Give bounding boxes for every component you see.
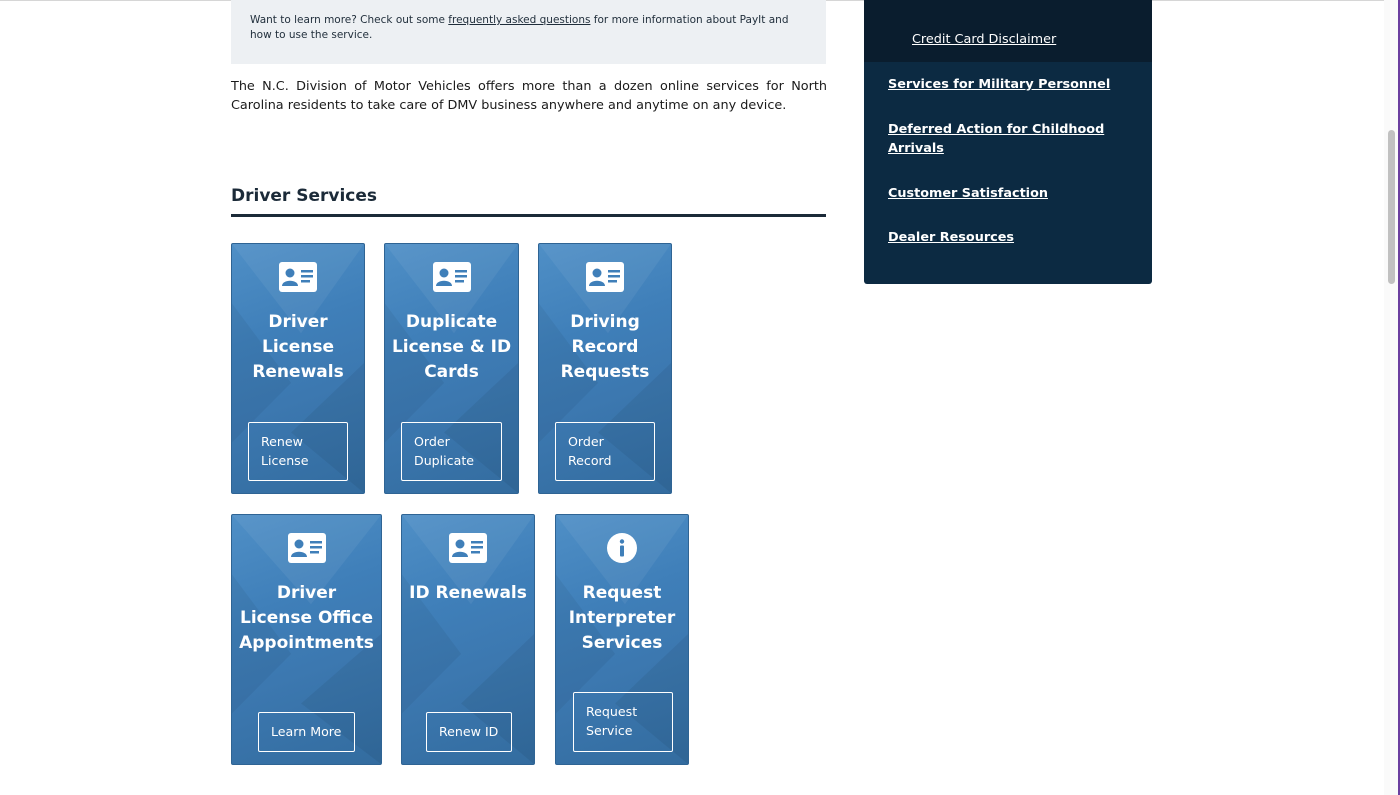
renew-id-button[interactable]: Renew ID: [426, 712, 512, 752]
order-duplicate-button[interactable]: Order Duplicate: [401, 422, 502, 481]
section-heading: Driver Services: [231, 186, 826, 217]
service-card-duplicate-license: Duplicate License & ID Cards Order Dupli…: [384, 243, 519, 494]
info-callout: Want to learn more? Check out some frequ…: [231, 0, 826, 64]
sidebar-item-military[interactable]: Services for Military Personnel: [888, 75, 1118, 94]
sidebar-item-customer-satisfaction[interactable]: Customer Satisfaction: [888, 184, 1118, 203]
service-card-driving-record: Driving Record Requests Order Record: [538, 243, 672, 494]
renew-license-button[interactable]: Renew License: [248, 422, 348, 481]
id-card-icon: [287, 533, 326, 563]
service-card-office-appointments: Driver License Office Appointments Learn…: [231, 514, 382, 765]
card-title: Driver License Office Appointments: [239, 583, 374, 653]
service-card-interpreter: Request Interpreter Services Request Ser…: [555, 514, 689, 765]
card-title: ID Renewals: [409, 583, 527, 603]
card-title: Driver License Renewals: [252, 312, 344, 382]
scrollbar-thumb[interactable]: [1388, 130, 1395, 284]
service-card-id-renewals: ID Renewals Renew ID: [401, 514, 535, 765]
sidebar-item-credit-card-disclaimer[interactable]: Credit Card Disclaimer: [912, 30, 1056, 49]
id-card-icon: [432, 262, 471, 292]
info-text-before: Want to learn more? Check out some: [250, 14, 449, 26]
id-card-icon: [279, 262, 317, 292]
request-service-button[interactable]: Request Service: [573, 692, 673, 752]
sidebar-item-dealer-resources[interactable]: Dealer Resources: [888, 228, 1118, 247]
card-title: Driving Record Requests: [560, 312, 650, 382]
info-circle-icon: [607, 533, 637, 563]
id-card-icon: [449, 533, 487, 563]
vertical-scrollbar[interactable]: [1384, 0, 1398, 795]
intro-paragraph: The N.C. Division of Motor Vehicles offe…: [231, 79, 827, 113]
learn-more-button[interactable]: Learn More: [258, 712, 355, 752]
card-title: Request Interpreter Services: [568, 583, 676, 653]
sidebar-item-daca[interactable]: Deferred Action for Childhood Arrivals: [888, 120, 1118, 158]
faq-link[interactable]: frequently asked questions: [448, 14, 590, 26]
sidebar-nav: Credit Card Disclaimer Services for Mili…: [864, 0, 1152, 284]
id-card-icon: [586, 262, 624, 292]
service-card-license-renewals: Driver License Renewals Renew License: [231, 243, 365, 494]
card-title: Duplicate License & ID Cards: [391, 312, 512, 382]
order-record-button[interactable]: Order Record: [555, 422, 655, 481]
page: Want to learn more? Check out some frequ…: [0, 0, 1400, 795]
